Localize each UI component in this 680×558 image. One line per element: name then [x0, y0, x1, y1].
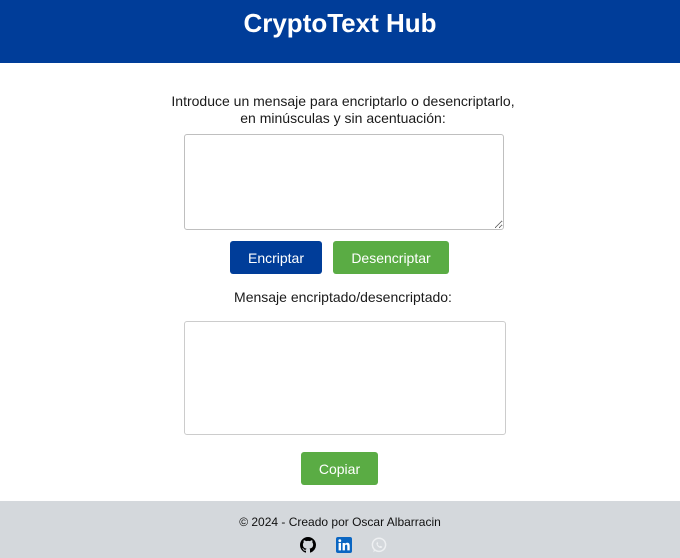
social-links [300, 537, 390, 555]
app-header: CryptoText Hub [0, 0, 680, 63]
copyright-text: © 2024 - Creado por Oscar Albarracin [239, 515, 441, 529]
message-input[interactable] [184, 134, 504, 230]
result-output[interactable] [184, 321, 506, 435]
footer: © 2024 - Creado por Oscar Albarracin [0, 501, 680, 558]
copy-button[interactable]: Copiar [301, 452, 378, 485]
app-title: CryptoText Hub [243, 8, 437, 38]
whatsapp-icon[interactable] [371, 537, 387, 553]
input-instructions: Introduce un mensaje para encriptarlo o … [171, 93, 515, 126]
decrypt-button[interactable]: Desencriptar [333, 241, 449, 274]
encrypt-button[interactable]: Encriptar [230, 241, 322, 274]
result-label: Mensaje encriptado/desencriptado: [234, 289, 452, 305]
github-icon[interactable] [300, 537, 316, 553]
linkedin-icon[interactable] [336, 537, 352, 553]
